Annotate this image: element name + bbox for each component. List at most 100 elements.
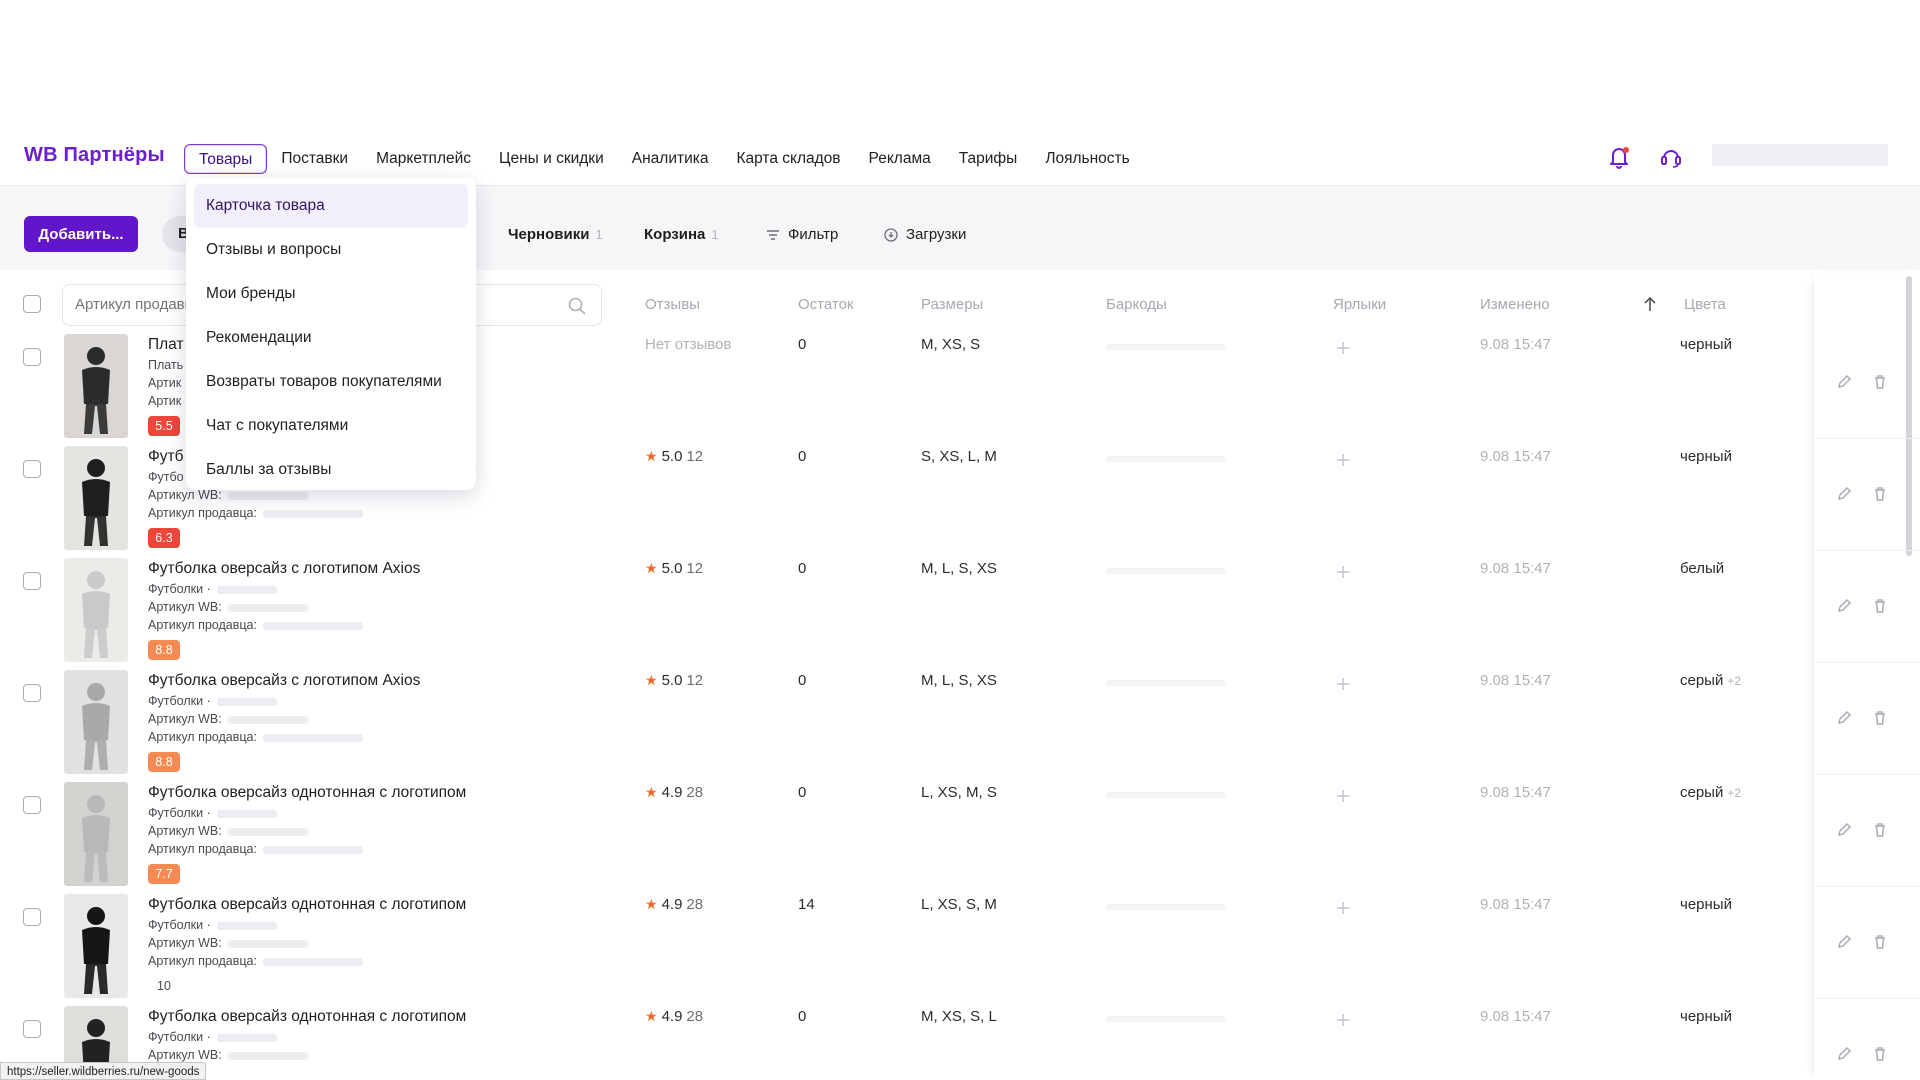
nav-item-loyalty[interactable]: Лояльность [1031, 144, 1143, 174]
column-header-changed[interactable]: Изменено [1480, 296, 1550, 313]
edit-icon[interactable] [1836, 822, 1852, 838]
row-checkbox[interactable] [23, 908, 41, 926]
changed-cell: 9.08 15:47 [1480, 672, 1551, 689]
user-account-area[interactable] [1712, 144, 1888, 166]
column-header-sizes[interactable]: Размеры [921, 296, 983, 313]
reviews-cell[interactable]: ★ 4.9 28 [645, 896, 703, 913]
row-divider [1814, 662, 1920, 663]
tab-cart[interactable]: Корзина 1 [644, 226, 719, 243]
edit-icon[interactable] [1836, 1046, 1852, 1062]
plus-icon[interactable] [1335, 340, 1351, 356]
product-title[interactable]: Футболка оверсайз с логотипом Axios [148, 560, 420, 578]
trash-icon[interactable] [1872, 822, 1888, 838]
plus-icon[interactable] [1335, 676, 1351, 692]
column-header-labels[interactable]: Ярлыки [1333, 296, 1386, 313]
quality-rating-badge: 8.8 [148, 752, 180, 772]
filter-button[interactable]: Фильтр [766, 226, 838, 243]
product-thumbnail[interactable] [64, 446, 128, 550]
row-checkbox[interactable] [23, 796, 41, 814]
color-cell: белый [1680, 560, 1725, 577]
product-meta: Артикул продавца: [148, 954, 363, 968]
tab-drafts[interactable]: Черновики 1 [508, 226, 603, 243]
nav-item-analytics[interactable]: Аналитика [618, 144, 723, 174]
table-row[interactable]: Футболка оверсайз однотонная с логотипом… [0, 892, 1920, 1004]
product-title[interactable]: Футболка оверсайз однотонная с логотипом [148, 896, 466, 914]
edit-icon[interactable] [1836, 598, 1852, 614]
product-title[interactable]: Футболка оверсайз с логотипом Axios [148, 672, 420, 690]
menu-item-product-card[interactable]: Карточка товара [194, 184, 468, 228]
reviews-cell[interactable]: ★ 5.0 12 [645, 560, 703, 577]
bell-icon[interactable] [1606, 144, 1632, 170]
nav-item-prices[interactable]: Цены и скидки [485, 144, 618, 174]
product-title[interactable]: Футболка оверсайз однотонная с логотипом [148, 1008, 466, 1026]
product-title[interactable]: Футболка оверсайз однотонная с логотипом [148, 784, 466, 802]
edit-icon[interactable] [1836, 934, 1852, 950]
reviews-cell[interactable]: ★ 5.0 12 [645, 672, 703, 689]
cart-label: Корзина [644, 226, 706, 243]
nav-item-marketplace[interactable]: Маркетплейс [362, 144, 485, 174]
quality-rating-badge: 6.3 [148, 528, 180, 548]
edit-icon[interactable] [1836, 374, 1852, 390]
table-row[interactable]: Футболка оверсайз однотонная с логотипом… [0, 780, 1920, 892]
trash-icon[interactable] [1872, 374, 1888, 390]
row-checkbox[interactable] [23, 572, 41, 590]
download-icon [884, 227, 898, 242]
barcode-cell [1106, 680, 1226, 686]
nav-item-warehouse-map[interactable]: Карта складов [722, 144, 854, 174]
product-meta: Футболки · [148, 582, 277, 596]
menu-item-recommendations[interactable]: Рекомендации [194, 316, 468, 360]
trash-icon[interactable] [1872, 710, 1888, 726]
product-title[interactable]: Футб [148, 448, 184, 466]
column-header-colors[interactable]: Цвета [1684, 296, 1726, 313]
product-title[interactable]: Плат [148, 336, 184, 354]
column-header-stock[interactable]: Остаток [798, 296, 854, 313]
column-header-barcodes[interactable]: Баркоды [1106, 296, 1167, 313]
row-checkbox[interactable] [23, 684, 41, 702]
table-row[interactable]: Футболка оверсайз однотонная с логотипом… [0, 1004, 1920, 1080]
headset-icon[interactable] [1658, 144, 1684, 170]
reviews-cell[interactable]: ★ 4.9 28 [645, 1008, 703, 1025]
nav-item-ads[interactable]: Реклама [855, 144, 945, 174]
product-thumbnail[interactable] [64, 782, 128, 886]
trash-icon[interactable] [1872, 1046, 1888, 1062]
row-checkbox[interactable] [23, 460, 41, 478]
changed-cell: 9.08 15:47 [1480, 784, 1551, 801]
menu-item-review-points[interactable]: Баллы за отзывы [194, 448, 468, 492]
plus-icon[interactable] [1335, 788, 1351, 804]
table-row[interactable]: Футболка оверсайз с логотипом Axios Футбо… [0, 668, 1920, 780]
nav-item-supplies[interactable]: Поставки [267, 144, 362, 174]
nav-item-products[interactable]: Товары [184, 144, 268, 174]
search-icon[interactable] [567, 296, 587, 316]
table-row[interactable]: Футболка оверсайз с логотипом Axios Футбо… [0, 556, 1920, 668]
plus-icon[interactable] [1335, 564, 1351, 580]
plus-icon[interactable] [1335, 452, 1351, 468]
reviews-cell[interactable]: ★ 5.0 12 [645, 448, 703, 465]
product-meta: Артикул WB: [148, 600, 308, 614]
product-thumbnail[interactable] [64, 894, 128, 998]
edit-icon[interactable] [1836, 486, 1852, 502]
sort-arrow-icon[interactable] [1643, 296, 1657, 312]
plus-icon[interactable] [1335, 900, 1351, 916]
menu-item-returns[interactable]: Возвраты товаров покупателями [194, 360, 468, 404]
select-all-checkbox[interactable] [23, 295, 41, 313]
downloads-button[interactable]: Загрузки [884, 226, 966, 243]
logo[interactable]: WB Партнёры [24, 144, 165, 167]
product-thumbnail[interactable] [64, 334, 128, 438]
menu-item-my-brands[interactable]: Мои бренды [194, 272, 468, 316]
product-thumbnail[interactable] [64, 670, 128, 774]
add-button[interactable]: Добавить... [24, 216, 138, 252]
row-checkbox[interactable] [23, 1020, 41, 1038]
menu-item-buyer-chat[interactable]: Чат с покупателями [194, 404, 468, 448]
menu-item-reviews-questions[interactable]: Отзывы и вопросы [194, 228, 468, 272]
row-checkbox[interactable] [23, 348, 41, 366]
reviews-cell[interactable]: ★ 4.9 28 [645, 784, 703, 801]
product-thumbnail[interactable] [64, 558, 128, 662]
column-header-reviews[interactable]: Отзывы [645, 296, 700, 313]
trash-icon[interactable] [1872, 486, 1888, 502]
trash-icon[interactable] [1872, 934, 1888, 950]
edit-icon[interactable] [1836, 710, 1852, 726]
plus-icon[interactable] [1335, 1012, 1351, 1028]
star-icon: ★ [645, 560, 658, 576]
nav-item-tariffs[interactable]: Тарифы [945, 144, 1032, 174]
trash-icon[interactable] [1872, 598, 1888, 614]
